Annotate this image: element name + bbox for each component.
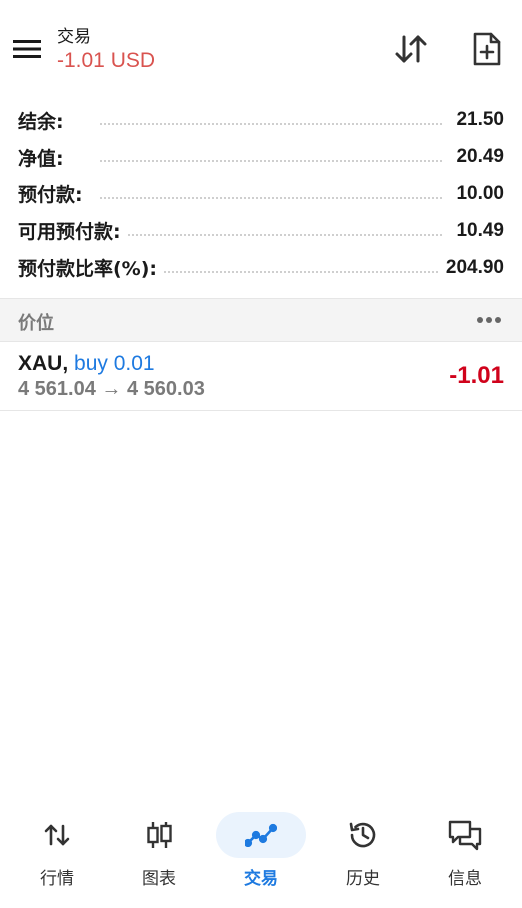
menu-icon (13, 40, 41, 58)
nav-charts[interactable]: 图表 (108, 810, 210, 890)
dotted-leader (100, 123, 442, 126)
trade-line-icon (245, 823, 277, 847)
balance-row: 结余: 21.50 (0, 102, 522, 139)
page-title: 交易 (57, 27, 91, 47)
account-summary: 结余: 21.50 净值: 20.49 预付款: 10.00 可用预付款: 10… (0, 102, 522, 286)
equity-value: 20.49 (450, 146, 504, 169)
position-trade: buy 0.01 (74, 352, 155, 375)
messages-icon (448, 820, 482, 851)
dotted-leader (100, 196, 442, 199)
margin-level-row: 预付款比率(%): 204.90 (0, 249, 522, 286)
position-row[interactable]: XAU, buy 0.01 4 561.04 → 4 560.03 -1.01 (0, 342, 522, 411)
margin-label: 预付款: (18, 180, 89, 208)
balance-label: 结余: (18, 106, 70, 134)
margin-row: 预付款: 10.00 (0, 176, 522, 213)
free-margin-label: 可用预付款: (18, 217, 127, 245)
position-symbol: XAU, (18, 352, 69, 375)
margin-value: 10.00 (450, 182, 504, 205)
position-title: XAU, buy 0.01 (18, 352, 155, 376)
section-title: 价位 (18, 313, 54, 334)
more-horizontal-icon (477, 317, 501, 323)
nav-history[interactable]: 历史 (312, 810, 414, 890)
dotted-leader (100, 233, 442, 236)
nav-label: 行情 (40, 869, 74, 889)
candlestick-chart-icon (147, 822, 172, 848)
nav-messages[interactable]: 信息 (414, 810, 516, 890)
nav-label: 信息 (448, 869, 482, 889)
menu-button[interactable] (10, 32, 44, 66)
quotes-arrows-icon (44, 824, 70, 846)
margin-level-value: 204.90 (439, 256, 504, 279)
nav-quotes[interactable]: 行情 (6, 810, 108, 890)
equity-label: 净值: (18, 143, 70, 171)
history-clock-icon (349, 822, 376, 848)
nav-label: 交易 (244, 869, 278, 889)
equity-row: 净值: 20.49 (0, 139, 522, 176)
margin-level-label: 预付款比率(%): (18, 254, 164, 282)
nav-label: 图表 (142, 869, 176, 889)
free-margin-row: 可用预付款: 10.49 (0, 212, 522, 249)
position-profit: -1.01 (449, 362, 504, 389)
nav-label: 历史 (346, 869, 380, 889)
dotted-leader (100, 160, 442, 163)
new-order-button[interactable] (466, 28, 508, 70)
new-order-icon (473, 32, 501, 66)
balance-value: 21.50 (450, 109, 504, 132)
nav-trade[interactable]: 交易 (210, 810, 312, 890)
floating-profit: -1.01 USD (57, 49, 156, 72)
bottom-navigation: 行情 图表 交易 历史 信息 (0, 800, 522, 908)
position-prices: 4 561.04 → 4 560.03 (18, 378, 205, 400)
top-app-bar: 交易 -1.01 USD (0, 0, 522, 98)
sort-button[interactable] (390, 28, 432, 70)
sort-icon (395, 35, 427, 63)
free-margin-value: 10.49 (450, 219, 504, 242)
more-options-button[interactable] (474, 307, 504, 333)
positions-section-header: 价位 (0, 298, 522, 342)
